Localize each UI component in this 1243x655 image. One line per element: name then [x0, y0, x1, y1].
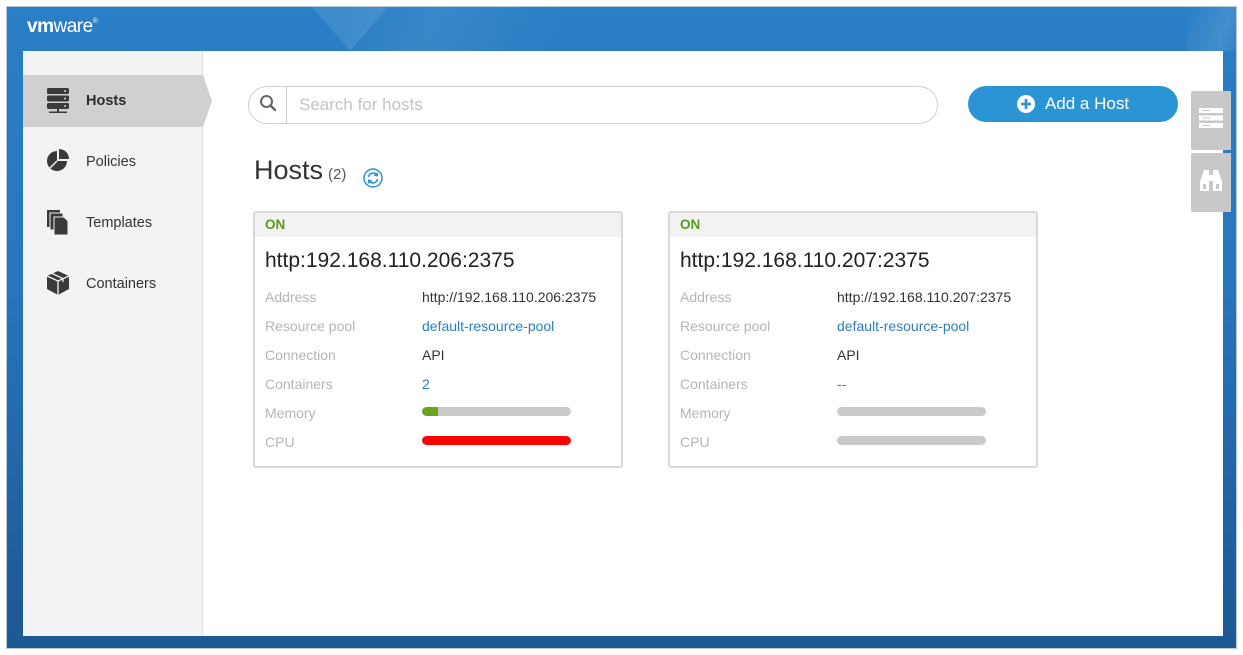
- sidebar-item-containers[interactable]: Containers: [23, 258, 203, 310]
- package-icon: [45, 270, 71, 296]
- page-title-text: Hosts: [254, 155, 324, 185]
- search-button[interactable]: [249, 87, 287, 123]
- search-input[interactable]: [299, 88, 919, 122]
- host-name[interactable]: http:192.168.110.207:2375: [680, 249, 930, 273]
- cpu-label: CPU: [680, 434, 710, 450]
- discover-button[interactable]: [1191, 153, 1231, 212]
- containers-label: Containers: [265, 376, 333, 392]
- app-content: Hosts Policies Templates Containers Sear…: [23, 51, 1231, 636]
- add-host-label: Add a Host: [1044, 94, 1130, 113]
- host-name[interactable]: http:192.168.110.206:2375: [265, 249, 515, 273]
- resource-pool-label: Resource pool: [265, 318, 356, 334]
- plus-circle-icon: [1016, 95, 1035, 113]
- sidebar-item-policies[interactable]: Policies: [23, 136, 203, 188]
- window-frame: vmware® Hosts Policies Templates Contain…: [6, 6, 1237, 649]
- host-card[interactable]: ON http:192.168.110.206:2375 Address htt…: [253, 211, 623, 468]
- containers-label: Containers: [680, 376, 748, 392]
- logo-text-ware: ware: [53, 16, 93, 37]
- host-count: (2): [328, 166, 347, 183]
- memory-label: Memory: [265, 405, 316, 421]
- cpu-bar: [422, 436, 571, 445]
- status-badge: ON: [255, 213, 621, 237]
- hosts-panel-button[interactable]: [1191, 91, 1231, 150]
- refresh-icon[interactable]: [363, 168, 383, 188]
- add-host-button[interactable]: Add a Host: [968, 86, 1178, 122]
- header-decoration: [1187, 7, 1236, 51]
- sidebar-item-label: Hosts: [86, 93, 127, 109]
- search-box: [248, 86, 938, 124]
- logo-text-vm: vm: [27, 16, 54, 37]
- vmware-logo: vmware®: [27, 16, 98, 37]
- host-card[interactable]: ON http:192.168.110.207:2375 Address htt…: [668, 211, 1038, 468]
- resource-pool-label: Resource pool: [680, 318, 771, 334]
- connection-label: Connection: [265, 347, 336, 363]
- binoculars-icon: [1198, 167, 1224, 198]
- cpu-label: CPU: [265, 434, 295, 450]
- cpu-bar-fill: [422, 436, 571, 445]
- pie-chart-icon: [45, 148, 71, 174]
- server-stack-icon: [45, 87, 71, 113]
- sidebar-item-label: Templates: [86, 215, 153, 231]
- memory-bar: [422, 407, 571, 416]
- resource-pool-link[interactable]: default-resource-pool: [837, 318, 969, 334]
- page-title: Hosts (2): [254, 155, 346, 186]
- containers-link[interactable]: 2: [422, 376, 430, 392]
- connection-label: Connection: [680, 347, 751, 363]
- connection-value: API: [837, 347, 860, 363]
- server-rack-icon: [1198, 106, 1224, 135]
- sidebar-item-label: Containers: [86, 276, 157, 292]
- sidebar-item-hosts[interactable]: Hosts: [23, 75, 212, 127]
- memory-bar-fill: [422, 407, 439, 416]
- address-value: http://192.168.110.206:2375: [422, 289, 597, 305]
- address-value: http://192.168.110.207:2375: [837, 289, 1012, 305]
- side-toolbar: [1191, 91, 1231, 215]
- address-label: Address: [265, 289, 317, 305]
- cpu-bar: [837, 436, 986, 445]
- search-icon: [259, 94, 277, 117]
- resource-pool-link[interactable]: default-resource-pool: [422, 318, 554, 334]
- memory-bar: [837, 407, 986, 416]
- sidebar: Hosts Policies Templates Containers: [23, 51, 212, 636]
- connection-value: API: [422, 347, 445, 363]
- sidebar-item-label: Policies: [86, 154, 136, 170]
- address-label: Address: [680, 289, 732, 305]
- memory-label: Memory: [680, 405, 731, 421]
- header-decoration: [347, 7, 557, 51]
- status-badge: ON: [670, 213, 1036, 237]
- containers-link[interactable]: --: [837, 376, 846, 392]
- sidebar-item-templates[interactable]: Templates: [23, 197, 203, 249]
- documents-icon: [45, 209, 71, 236]
